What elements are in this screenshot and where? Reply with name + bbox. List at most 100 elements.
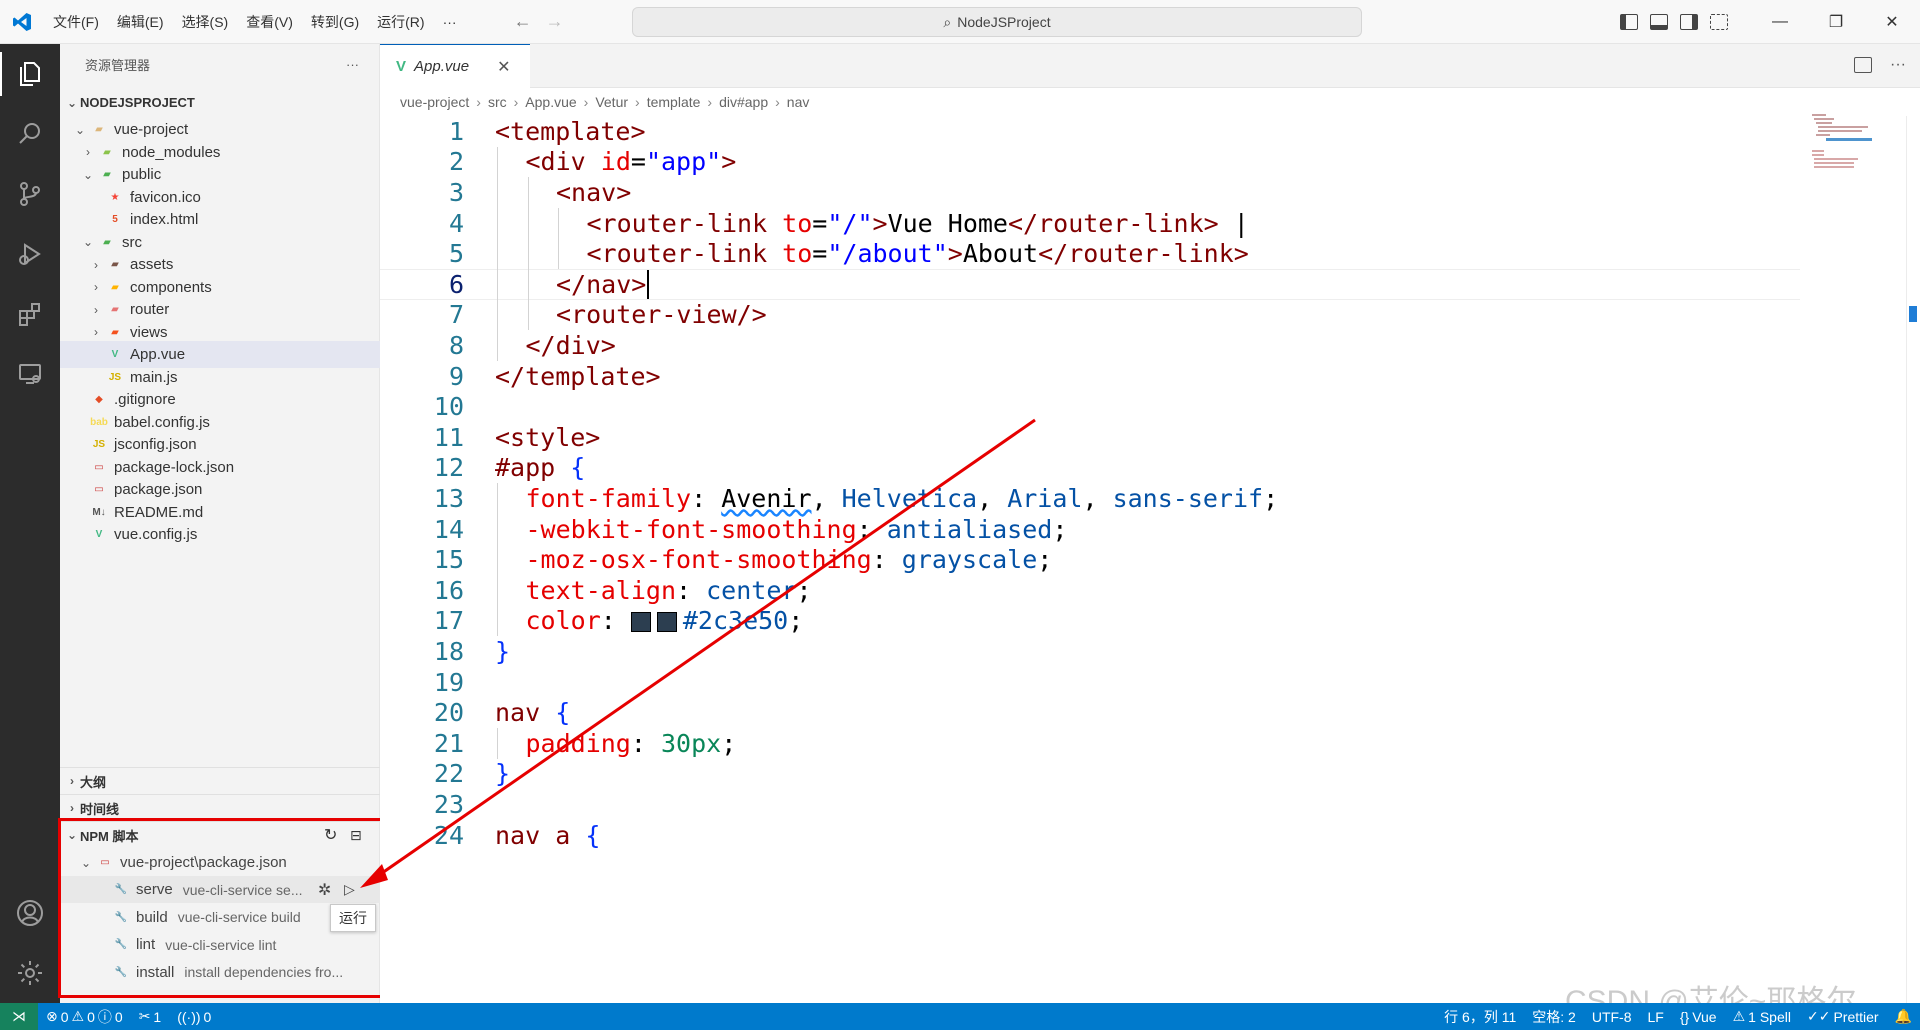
breadcrumb-item[interactable]: div#app <box>719 94 768 110</box>
search-icon[interactable] <box>0 104 60 164</box>
menu-item[interactable]: 运行(R) <box>368 0 433 44</box>
timeline-section[interactable]: › 时间线 <box>60 794 380 821</box>
indentation[interactable]: 空格: 2 <box>1524 1007 1584 1027</box>
line-number: 7 <box>448 300 464 330</box>
code-line: 24 nav a { <box>380 820 1800 851</box>
status-bar: ⋊ ⊗ 0 ⚠ 0 ⓘ 0 ✂ 1 ((·)) 0 行 6，列 11 空格: 2 UTF-… <box>0 1003 1920 1030</box>
line-number: 22 <box>433 759 464 789</box>
menu-item[interactable]: 文件(F) <box>44 0 108 44</box>
command-center-search[interactable]: ⌕ NodeJSProject <box>632 7 1362 37</box>
code-text: </nav> <box>556 269 650 299</box>
menu-item[interactable]: 转到(G) <box>302 0 368 44</box>
restore-button[interactable]: ❐ <box>1808 0 1864 44</box>
js-file-icon: JS <box>108 371 122 383</box>
debug-icon[interactable]: ✲ <box>318 880 331 900</box>
tab-app-vue[interactable]: V App.vue ✕ <box>380 44 530 88</box>
npm-script-name: serve <box>136 881 173 898</box>
chevron-right-icon: › <box>513 94 519 110</box>
code-text: } <box>495 759 511 789</box>
warning-icon: ⚠ <box>71 1008 85 1024</box>
line-number: 12 <box>433 453 464 483</box>
line-number: 23 <box>433 789 464 819</box>
code-text: color: #2c3e50; <box>525 606 804 636</box>
refresh-icon[interactable]: ↻ <box>324 825 337 845</box>
explorer-more-actions[interactable]: ··· <box>346 57 359 72</box>
line-number: 16 <box>433 575 464 605</box>
remote-explorer-icon[interactable] <box>0 344 60 404</box>
collapse-all-icon[interactable]: ⊟ <box>350 827 362 844</box>
minimize-button[interactable]: — <box>1752 0 1808 44</box>
split-editor-icon[interactable] <box>1854 57 1872 73</box>
breadcrumb-item[interactable]: Vetur <box>595 94 628 110</box>
explorer-icon[interactable] <box>0 44 60 104</box>
line-number: 24 <box>433 820 464 850</box>
ports-status[interactable]: ✂ 1 <box>131 1008 170 1025</box>
menu-item[interactable]: ··· <box>434 0 466 44</box>
minimap[interactable] <box>1812 112 1872 182</box>
breadcrumb-item[interactable]: vue-project <box>400 94 469 110</box>
prettier-status[interactable]: ✓✓ Prettier <box>1799 1008 1887 1025</box>
editor-scrollbar[interactable] <box>1906 116 1920 1003</box>
run-icon[interactable]: ▷ <box>344 881 355 898</box>
color-swatch[interactable] <box>656 612 677 633</box>
encoding[interactable]: UTF-8 <box>1584 1009 1640 1025</box>
code-line: 10 <box>380 391 1800 422</box>
source-control-icon[interactable] <box>0 164 60 224</box>
error-icon: ⊗ <box>46 1008 58 1024</box>
code-line: 7 <router-view/> <box>380 300 1800 331</box>
chevron-right-icon: › <box>707 94 713 110</box>
code-text: <router-view/> <box>556 300 767 330</box>
code-text: <nav> <box>556 177 632 207</box>
menu-item[interactable]: 选择(S) <box>173 0 238 44</box>
breadcrumb-item[interactable]: template <box>647 94 701 110</box>
toggle-secondary-sidebar-icon[interactable] <box>1680 14 1698 30</box>
extensions-icon[interactable] <box>0 284 60 344</box>
settings-gear-icon[interactable] <box>0 943 60 1003</box>
line-number: 5 <box>448 239 464 269</box>
code-editor[interactable]: 1 <template> 2 <div id="app"> 3 <nav> 4 <router… <box>380 116 1920 1003</box>
menu-item[interactable]: 编辑(E) <box>108 0 173 44</box>
color-swatch[interactable] <box>630 612 651 633</box>
toggle-panel-icon[interactable] <box>1650 14 1668 30</box>
npm-scripts-section[interactable]: ⌄ NPM 脚本 ↻ ⊟ <box>60 821 380 848</box>
menu-item[interactable]: 查看(V) <box>237 0 302 44</box>
tree-item[interactable]: Vvue.config.js <box>60 521 380 548</box>
workspace-root[interactable]: ⌄ NODEJSPROJECT <box>60 89 380 116</box>
forward-arrow-icon[interactable]: → <box>546 11 564 32</box>
chevron-right-icon: › <box>635 94 640 110</box>
spell-check[interactable]: ⚠ 1 Spell <box>1725 1008 1799 1025</box>
tree-item-label: views <box>130 323 168 341</box>
more-actions-icon[interactable]: ··· <box>1890 56 1906 74</box>
remote-indicator-icon[interactable]: ⋊ <box>0 1003 38 1030</box>
breadcrumb-item[interactable]: nav <box>787 94 810 110</box>
code-text: padding: 30px; <box>525 728 737 758</box>
npm-script-serve[interactable]: 🔧 serve vue-cli-service se... ✲ ▷ <box>60 876 380 903</box>
breadcrumb-item[interactable]: src <box>488 94 507 110</box>
run-debug-icon[interactable] <box>0 224 60 284</box>
notifications-bell-icon[interactable]: 🔔 <box>1887 1008 1920 1025</box>
folder-router-icon: ▰ <box>111 304 119 315</box>
breadcrumb-item[interactable]: App.vue <box>525 94 576 110</box>
close-icon[interactable]: ✕ <box>497 57 510 77</box>
outline-section[interactable]: › 大纲 <box>60 767 380 794</box>
code-line: 1 <template> <box>380 116 1800 147</box>
npm-package-item[interactable]: ⌄ ▭ vue-project\package.json <box>60 849 380 876</box>
tree-item-label: vue.config.js <box>114 526 198 543</box>
customize-layout-icon[interactable] <box>1710 14 1728 30</box>
code-text: -moz-osx-font-smoothing: grayscale; <box>525 545 1053 575</box>
tree-item-label: index.html <box>130 211 199 228</box>
close-window-button[interactable]: ✕ <box>1864 0 1920 44</box>
npm-script-lint[interactable]: 🔧 lint vue-cli-service lint <box>60 931 380 958</box>
language-mode[interactable]: {} Vue <box>1672 1009 1725 1025</box>
tree-item-label: README.md <box>114 503 204 521</box>
end-of-line[interactable]: LF <box>1640 1009 1672 1025</box>
explorer-title: 资源管理器 <box>85 57 151 73</box>
live-share-status[interactable]: ((·)) 0 <box>169 1009 219 1025</box>
code-line: 5 <router-link to="/about">About</router-… <box>380 238 1800 269</box>
accounts-icon[interactable] <box>0 883 60 943</box>
toggle-primary-sidebar-icon[interactable] <box>1620 14 1638 30</box>
back-arrow-icon[interactable]: ← <box>514 11 532 32</box>
cursor-position[interactable]: 行 6，列 11 <box>1436 1007 1524 1027</box>
npm-script-install[interactable]: 🔧 install install dependencies fro... <box>60 959 380 986</box>
problems-status[interactable]: ⊗ 0 ⚠ 0 ⓘ 0 <box>38 1007 131 1027</box>
